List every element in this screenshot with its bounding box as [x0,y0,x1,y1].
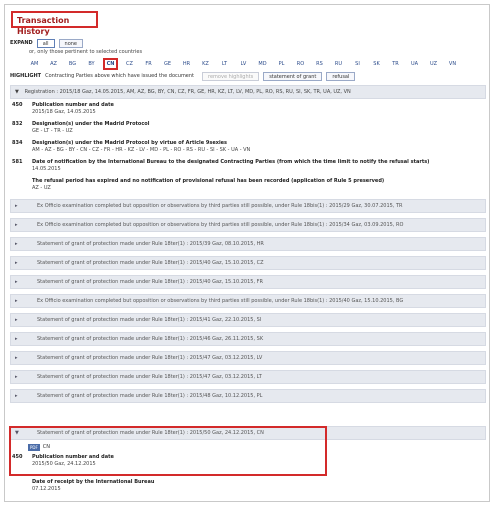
highlight-description: Contracting Parties above which have iss… [45,73,195,79]
transaction-history-panel: Transaction History EXPAND all none or, … [4,4,490,502]
entry-title: Designation(s) under the Madrid Protocol [32,121,150,127]
expand-triangle-icon[interactable]: ▸ [15,355,23,361]
expand-all-button[interactable]: all [36,38,55,48]
country-cz[interactable]: CZ [120,59,139,69]
entry-832: 832 Designation(s) under the Madrid Prot… [10,121,486,135]
collapse-triangle-icon[interactable]: ▼ [15,89,23,95]
entry-value: 07.12.2015 [32,486,61,492]
transaction-row[interactable]: ▸ Statement of grant of protection made u… [10,389,486,403]
registration-text: Registration : 2015/18 Gaz, 14.05.2015, … [24,89,351,95]
expand-triangle-icon[interactable]: ▸ [15,336,23,342]
country-hr[interactable]: HR [177,59,196,69]
entry-code: 450 [12,102,23,108]
entry-code: 834 [12,140,23,146]
country-si[interactable]: SI [348,59,367,69]
page-title: Transaction History [11,11,98,36]
country-vn[interactable]: VN [443,59,462,69]
entry-title: Publication number and date [32,102,114,108]
country-md[interactable]: MD [253,59,272,69]
country-pl[interactable]: PL [272,59,291,69]
expand-label: EXPAND [10,40,33,46]
expand-triangle-icon[interactable]: ▸ [15,279,23,285]
expand-triangle-icon[interactable]: ▸ [15,298,23,304]
highlight-controls: HIGHLIGHT Contracting Parties above whic… [10,71,356,81]
entry-code [10,178,32,192]
only-pertinent-text: or, only those pertinent to selected cou… [29,49,143,55]
receipt-entry: Date of receipt by the International Bur… [10,479,486,493]
entry-value: 2015/18 Gaz, 14.05.2015 [32,109,96,115]
country-ru[interactable]: RU [329,59,348,69]
entry-title: Date of receipt by the International Bur… [32,479,155,485]
transaction-row[interactable]: ▸ Statement of grant of protection made u… [10,275,486,289]
transaction-row[interactable]: ▸ Statement of grant of protection made u… [10,332,486,346]
entry-value: AM - AZ - BG - BY - CN - CZ - FR - HR - … [32,147,251,153]
entry-code: 832 [12,121,23,127]
country-kz[interactable]: KZ [196,59,215,69]
country-am[interactable]: AM [25,59,44,69]
transaction-row[interactable]: ▸ Ex Officio examination completed but op… [10,199,486,213]
country-lv[interactable]: LV [234,59,253,69]
entry-value: AZ - UZ [32,185,51,191]
transaction-row[interactable]: ▸ Statement of grant of protection made u… [10,313,486,327]
entry-title: Date of notification by the Internationa… [32,159,430,165]
registration-row[interactable]: ▼ Registration : 2015/18 Gaz, 14.05.2015… [10,85,486,99]
entry-code [10,479,32,493]
country-fr[interactable]: FR [139,59,158,69]
entry-450: 450 Publication number and date 2015/18 … [10,102,486,116]
expanded-highlight-box [9,426,327,476]
entry-834: 834 Designation(s) under the Madrid Prot… [10,140,486,154]
entry-title: Designation(s) under the Madrid Protocol… [32,140,228,146]
country-rs[interactable]: RS [310,59,329,69]
country-lt[interactable]: LT [215,59,234,69]
transaction-row[interactable]: ▸ Statement of grant of protection made u… [10,237,486,251]
country-filter-list: AM AZ BG BY CN CZ FR GE HR KZ LT LV MD P… [25,58,462,70]
transaction-row[interactable]: ▸ Ex Officio examination completed but op… [10,294,486,308]
expand-none-button[interactable]: none [58,38,84,48]
entry-refusal-expired: The refusal period has expired and no no… [10,178,486,192]
transaction-row[interactable]: ▸ Ex Officio examination completed but op… [10,218,486,232]
country-uz[interactable]: UZ [424,59,443,69]
expand-triangle-icon[interactable]: ▸ [15,393,23,399]
transaction-row[interactable]: ▸ Statement of grant of protection made u… [10,256,486,270]
expand-triangle-icon[interactable]: ▸ [15,374,23,380]
statement-of-grant-button[interactable]: statement of grant [263,71,323,81]
expand-triangle-icon[interactable]: ▸ [15,203,23,209]
expand-triangle-icon[interactable]: ▸ [15,260,23,266]
country-sk[interactable]: SK [367,59,386,69]
country-bg[interactable]: BG [63,59,82,69]
country-ua[interactable]: UA [405,59,424,69]
country-ge[interactable]: GE [158,59,177,69]
entry-581: 581 Date of notification by the Internat… [10,159,486,173]
remove-highlights-button[interactable]: remove highlights [202,71,260,81]
expand-controls: EXPAND all none [10,38,84,48]
entry-value: 14.05.2015 [32,166,61,172]
transaction-row[interactable]: ▸ Statement of grant of protection made u… [10,370,486,384]
country-cn-selected[interactable]: CN [103,58,118,70]
refusal-button[interactable]: refusal [326,71,356,81]
country-az[interactable]: AZ [44,59,63,69]
entry-value: GE - LT - TR - UZ [32,128,73,134]
entry-title: The refusal period has expired and no no… [32,178,385,184]
transaction-row[interactable]: ▸ Statement of grant of protection made u… [10,351,486,365]
expand-triangle-icon[interactable]: ▸ [15,241,23,247]
highlight-label: HIGHLIGHT [10,73,42,79]
country-ro[interactable]: RO [291,59,310,69]
entry-code: 581 [12,159,23,165]
expand-triangle-icon[interactable]: ▸ [15,317,23,323]
country-tr[interactable]: TR [386,59,405,69]
expand-triangle-icon[interactable]: ▸ [15,222,23,228]
country-by[interactable]: BY [82,59,101,69]
